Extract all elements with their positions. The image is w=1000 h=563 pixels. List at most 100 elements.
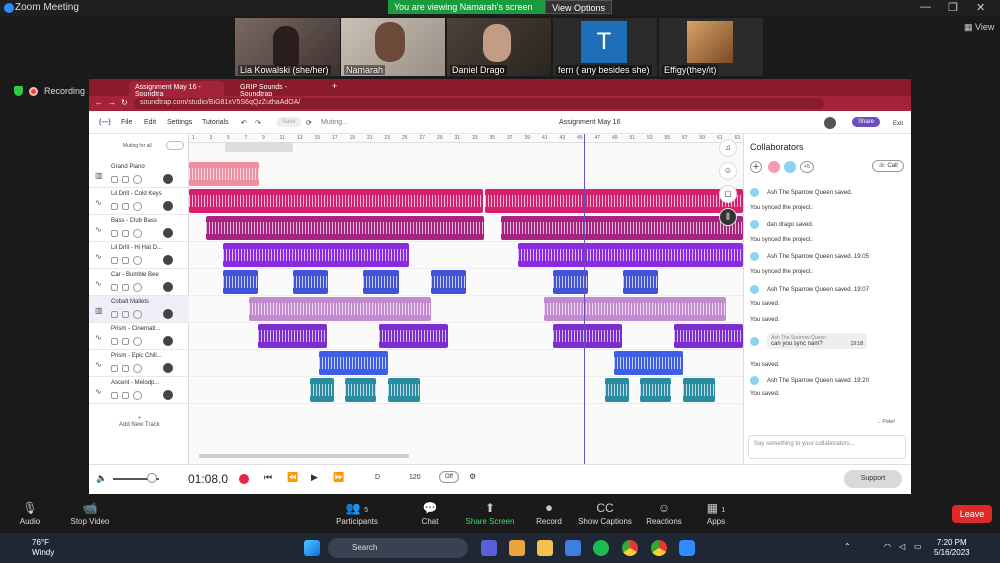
audio-clip[interactable] — [518, 243, 743, 267]
taskbar-clock[interactable]: 7:20 PM 5/16/2023 — [934, 538, 970, 558]
participant-tile[interactable]: Daniel Drago — [447, 18, 551, 76]
zoom-toolbar-record-button[interactable]: ⏺ Record — [519, 501, 579, 526]
track-lane[interactable] — [189, 242, 743, 269]
volume-knob[interactable] — [133, 256, 142, 265]
chrome-icon[interactable] — [651, 540, 667, 556]
track-header[interactable]: ∿ Prism - Epic Chill... — [89, 350, 189, 377]
audio-clip[interactable] — [223, 243, 409, 267]
mute-icon[interactable] — [111, 392, 118, 399]
horizontal-scrollbar[interactable] — [199, 454, 409, 458]
file-explorer-icon[interactable] — [537, 540, 553, 556]
music-note-icon[interactable]: ♫ — [719, 139, 737, 157]
zoom-toolbar-audio-button[interactable]: 🎙 Audio — [0, 501, 60, 526]
wifi-icon[interactable]: ◠ — [884, 542, 891, 551]
close-icon[interactable]: ✕ — [976, 1, 985, 14]
audio-clip[interactable] — [640, 378, 671, 402]
key-selector[interactable]: D — [375, 474, 380, 481]
track-lane[interactable] — [189, 269, 743, 296]
battery-icon[interactable]: ▭ — [914, 542, 922, 551]
instrument-icon[interactable] — [163, 282, 173, 292]
audio-clip[interactable] — [345, 378, 376, 402]
volume-knob[interactable] — [133, 229, 142, 238]
zoom-toolbar-show-captions-button[interactable]: CC Show Captions — [575, 501, 635, 526]
audio-clip[interactable] — [258, 324, 327, 348]
call-button[interactable]: ☏ Call — [872, 160, 904, 172]
share-button[interactable]: Share — [852, 117, 881, 127]
volume-knob[interactable] — [133, 391, 142, 400]
audio-clip[interactable] — [674, 324, 743, 348]
reload-icon[interactable]: ↻ — [121, 98, 128, 107]
volume-knob[interactable] — [133, 337, 142, 346]
url-input[interactable]: soundtrap.com/studio/BiG81xV5S6qQzZuthaA… — [134, 98, 824, 109]
zoom-toolbar-apps-button[interactable]: ▦ 1 Apps — [686, 501, 746, 526]
audio-clip[interactable] — [223, 270, 258, 294]
user-avatar[interactable] — [824, 117, 836, 129]
track-header[interactable]: ∿ Ascent - Melodp... — [89, 377, 189, 404]
audio-clip[interactable] — [379, 324, 448, 348]
participant-tile[interactable]: T fern ( any besides she) — [553, 18, 657, 76]
menu-edit[interactable]: Edit — [144, 119, 156, 126]
zoom-toolbar-reactions-button[interactable]: ☺ Reactions — [634, 501, 694, 526]
poke-button[interactable]: → Poke! — [876, 419, 895, 425]
forward-icon[interactable]: → — [108, 98, 116, 107]
track-lane[interactable] — [189, 377, 743, 404]
sync-icon[interactable]: ⟳ — [306, 119, 312, 127]
zoom-app-icon[interactable] — [679, 540, 695, 556]
track-lane[interactable] — [189, 215, 743, 242]
track-header[interactable]: ∿ Lil Drill - Hi Hat D... — [89, 242, 189, 269]
fx-icon[interactable] — [122, 257, 129, 264]
chevron-up-icon[interactable]: ⌃ — [844, 542, 851, 551]
save-button[interactable]: Save — [277, 117, 301, 127]
minimize-icon[interactable]: — — [920, 1, 931, 13]
playhead[interactable] — [584, 134, 585, 464]
audio-clip[interactable] — [388, 378, 420, 402]
windows-start-icon[interactable] — [304, 540, 320, 556]
instrument-icon[interactable] — [163, 336, 173, 346]
collaborator-avatar[interactable] — [784, 161, 796, 173]
chrome-icon[interactable] — [622, 540, 638, 556]
instrument-icon[interactable] — [163, 363, 173, 373]
zoom-toolbar-participants-button[interactable]: 👥 5 Participants — [327, 501, 387, 526]
instrument-icon[interactable] — [163, 390, 173, 400]
volume-knob[interactable] — [133, 310, 142, 319]
audio-clip[interactable] — [501, 216, 743, 240]
instrument-icon[interactable] — [163, 201, 173, 211]
exit-button[interactable]: Exit — [893, 121, 903, 127]
instrument-icon[interactable] — [163, 228, 173, 238]
soundtrap-logo-icon[interactable]: (—) — [99, 119, 111, 126]
mute-icon[interactable] — [111, 284, 118, 291]
audio-clip[interactable] — [431, 270, 466, 294]
track-header[interactable]: ∿ Bass - Club Bass — [89, 215, 189, 242]
play-icon[interactable]: ▶ — [311, 472, 318, 483]
invite-icon[interactable]: + — [750, 161, 762, 173]
redo-icon[interactable]: ↷ — [255, 119, 261, 127]
undo-icon[interactable]: ↶ — [241, 119, 247, 127]
fx-icon[interactable] — [122, 338, 129, 345]
participant-tile[interactable]: Effigy(they/it) — [659, 18, 763, 76]
taskbar-search[interactable]: Search — [328, 538, 468, 558]
fx-icon[interactable] — [122, 311, 129, 318]
volume-handle[interactable] — [147, 473, 157, 483]
audio-clip[interactable] — [249, 297, 431, 321]
audio-clip[interactable] — [614, 351, 683, 375]
fx-icon[interactable] — [122, 203, 129, 210]
mixer-icon[interactable]: ⫼ — [719, 208, 737, 226]
track-header[interactable]: ∿ Lil Drill - Cold Keys — [89, 188, 189, 215]
store-icon[interactable] — [565, 540, 581, 556]
maximize-icon[interactable]: ❐ — [948, 1, 958, 14]
record-button[interactable] — [239, 474, 249, 484]
leave-button[interactable]: Leave — [952, 505, 992, 523]
more-collaborators-badge[interactable]: +5 — [800, 161, 814, 173]
tempo-field[interactable]: 120 — [409, 474, 421, 481]
audio-clip[interactable] — [319, 351, 388, 375]
mute-icon[interactable] — [111, 230, 118, 237]
track-lane[interactable] — [189, 350, 743, 377]
settings-gear-icon[interactable]: ⚙ — [469, 472, 476, 481]
audio-clip[interactable] — [553, 324, 622, 348]
fx-icon[interactable] — [122, 176, 129, 183]
mute-icon[interactable] — [111, 338, 118, 345]
back-icon[interactable]: ← — [95, 98, 103, 107]
timeline-ruler[interactable]: 1 3 5 7 9 11 13 15 17 19 21 23 25 27 29 31 33 35 37 39 41 43 4… — [189, 134, 743, 143]
volume-knob[interactable] — [133, 364, 142, 373]
mute-icon[interactable] — [111, 257, 118, 264]
